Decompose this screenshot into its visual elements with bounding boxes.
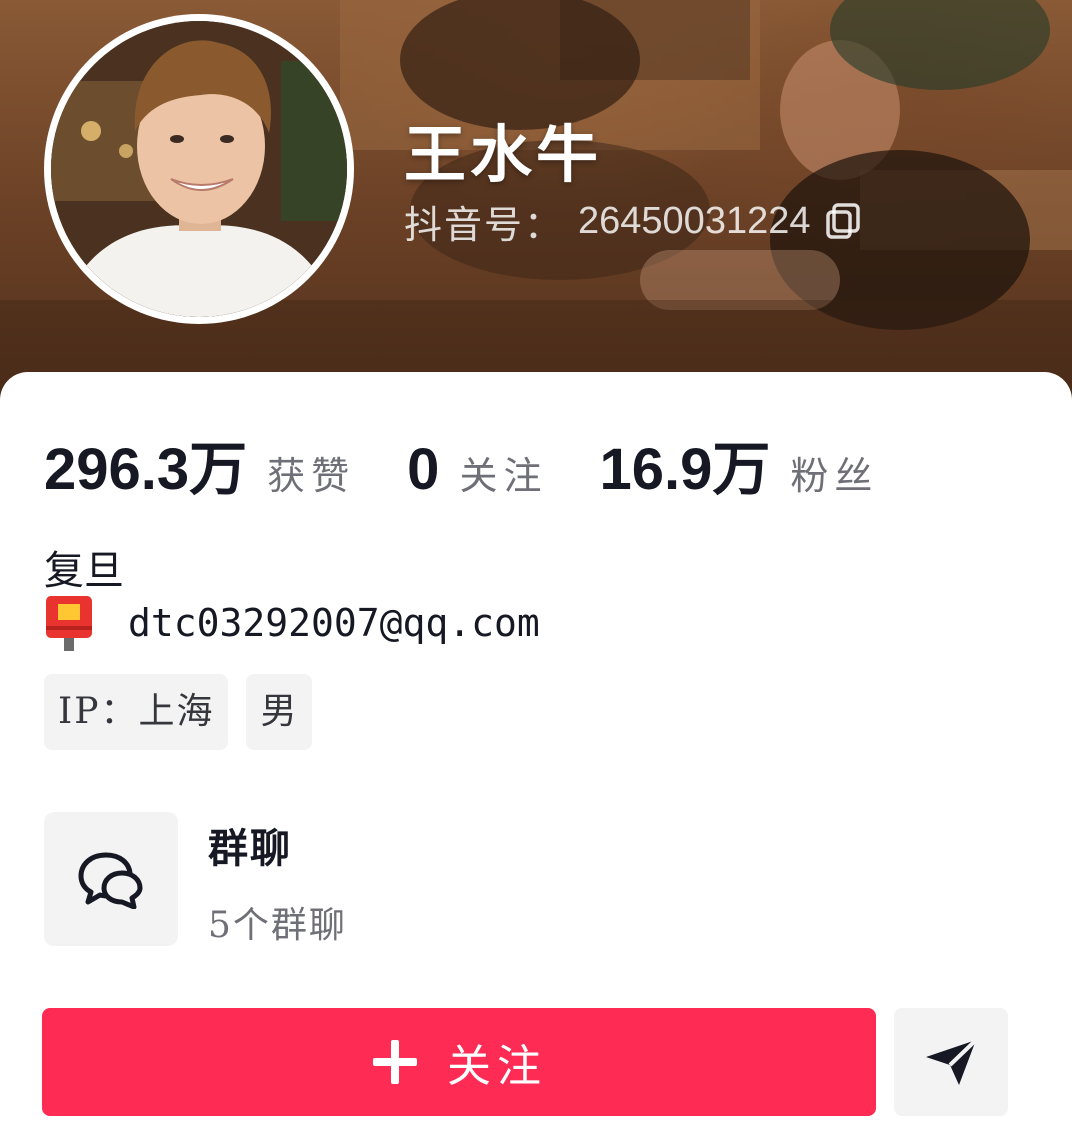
send-message-button[interactable] (894, 1008, 1008, 1116)
stat-following[interactable]: 0 关注 (407, 436, 547, 503)
display-name: 王水牛 (404, 118, 603, 191)
send-icon (926, 1038, 978, 1085)
tag-gender: 男 (246, 674, 313, 750)
avatar[interactable] (44, 14, 354, 324)
stat-following-label: 关注 (459, 454, 548, 498)
group-chat-count: 5个群聊 (208, 905, 347, 946)
profile-tags: IP：上海 男 (44, 674, 313, 750)
profile-cover[interactable]: 王水牛 抖音号： 26450031224 (0, 0, 1072, 420)
stat-followers-value: 16.9万 (599, 437, 771, 502)
follow-button[interactable]: 关注 (42, 1008, 876, 1116)
stat-likes[interactable]: 296.3万 获赞 (44, 422, 355, 506)
bio-contact: dtc03292007@qq.com (44, 594, 540, 652)
stats-row: 296.3万 获赞 0 关注 16.9万 粉丝 (44, 422, 878, 502)
contact-email: dtc03292007@qq.com (128, 601, 540, 645)
stat-followers[interactable]: 16.9万 粉丝 (599, 422, 878, 506)
avatar-illustration (51, 21, 347, 317)
plus-icon (371, 1038, 419, 1086)
bio-text: 复旦 (44, 548, 124, 594)
account-id-value: 26450031224 (578, 199, 811, 242)
group-chat-title: 群聊 (208, 825, 292, 872)
mailbox-icon (44, 594, 94, 652)
chat-bubbles-icon (78, 852, 143, 909)
group-chat-icon-box (44, 812, 178, 946)
action-bar: 关注 (42, 1008, 1008, 1116)
stat-following-value: 0 (407, 437, 440, 502)
group-chat-entry[interactable]: 群聊 5个群聊 (44, 812, 644, 948)
account-id-row: 抖音号： 26450031224 (404, 196, 861, 247)
stat-likes-value: 296.3万 (44, 437, 248, 502)
stat-followers-label: 粉丝 (790, 454, 879, 498)
tag-ip-location: IP：上海 (44, 674, 229, 750)
profile-card: 296.3万 获赞 0 关注 16.9万 粉丝 复旦 dtc03292007@q… (0, 372, 1072, 1140)
copy-icon[interactable] (825, 202, 861, 240)
follow-label: 关注 (447, 1041, 547, 1092)
account-id-label: 抖音号： (404, 202, 565, 247)
stat-likes-label: 获赞 (267, 454, 356, 498)
avatar-photo (51, 21, 347, 317)
